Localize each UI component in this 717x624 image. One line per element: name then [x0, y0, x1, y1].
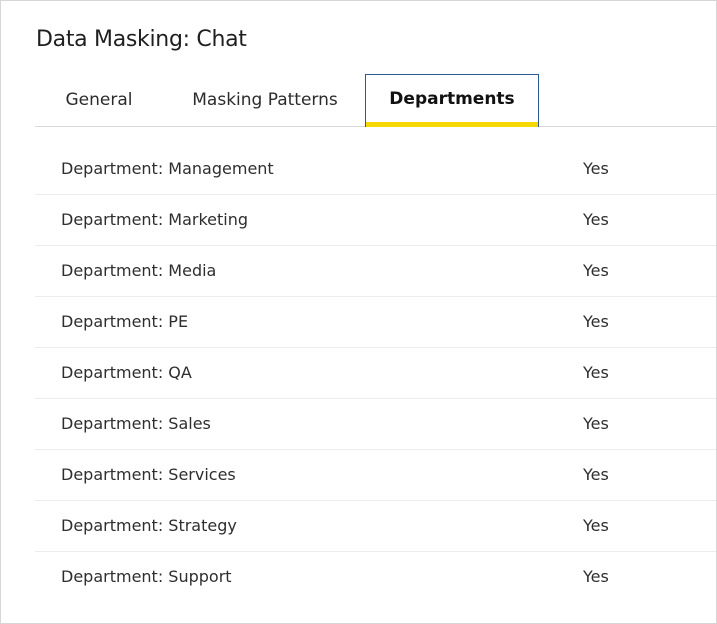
department-value: Yes: [583, 159, 609, 178]
department-label: Department: Marketing: [61, 210, 249, 229]
department-value: Yes: [583, 465, 609, 484]
list-item: Department: Sales Yes: [35, 399, 716, 450]
department-label: Department: Sales: [61, 414, 211, 433]
department-value: Yes: [583, 261, 609, 280]
list-item: Department: QA Yes: [35, 348, 716, 399]
department-label: Department: Services: [61, 465, 236, 484]
department-label: Department: Management: [61, 159, 274, 178]
list-item: Department: Support Yes: [35, 552, 716, 603]
department-label: Department: QA: [61, 363, 192, 382]
department-value: Yes: [583, 567, 609, 586]
department-value: Yes: [583, 414, 609, 433]
list-item: Department: Media Yes: [35, 246, 716, 297]
department-value: Yes: [583, 363, 609, 382]
list-item: Department: PE Yes: [35, 297, 716, 348]
tab-label: Masking Patterns: [192, 90, 338, 110]
tab-departments[interactable]: Departments: [365, 74, 539, 127]
tab-label: General: [65, 90, 133, 110]
department-value: Yes: [583, 312, 609, 331]
tab-label: Departments: [389, 88, 515, 109]
department-label: Department: Media: [61, 261, 217, 280]
department-label: Department: Strategy: [61, 516, 237, 535]
list-item: Department: Services Yes: [35, 450, 716, 501]
tab-masking-patterns[interactable]: Masking Patterns: [175, 74, 355, 126]
department-label: Department: PE: [61, 312, 189, 331]
tab-bar: General Masking Patterns Departments: [35, 74, 716, 127]
page-title: Data Masking: Chat: [36, 27, 247, 52]
department-label: Department: Support: [61, 567, 232, 586]
list-item: Department: Marketing Yes: [35, 195, 716, 246]
active-tab-indicator: [366, 122, 538, 127]
list-item: Department: Strategy Yes: [35, 501, 716, 552]
department-value: Yes: [583, 516, 609, 535]
department-value: Yes: [583, 210, 609, 229]
departments-list: Department: Management Yes Department: M…: [35, 144, 716, 603]
list-item: Department: Management Yes: [35, 144, 716, 195]
data-masking-panel: Data Masking: Chat General Masking Patte…: [0, 0, 717, 624]
tab-general[interactable]: General: [35, 74, 163, 126]
